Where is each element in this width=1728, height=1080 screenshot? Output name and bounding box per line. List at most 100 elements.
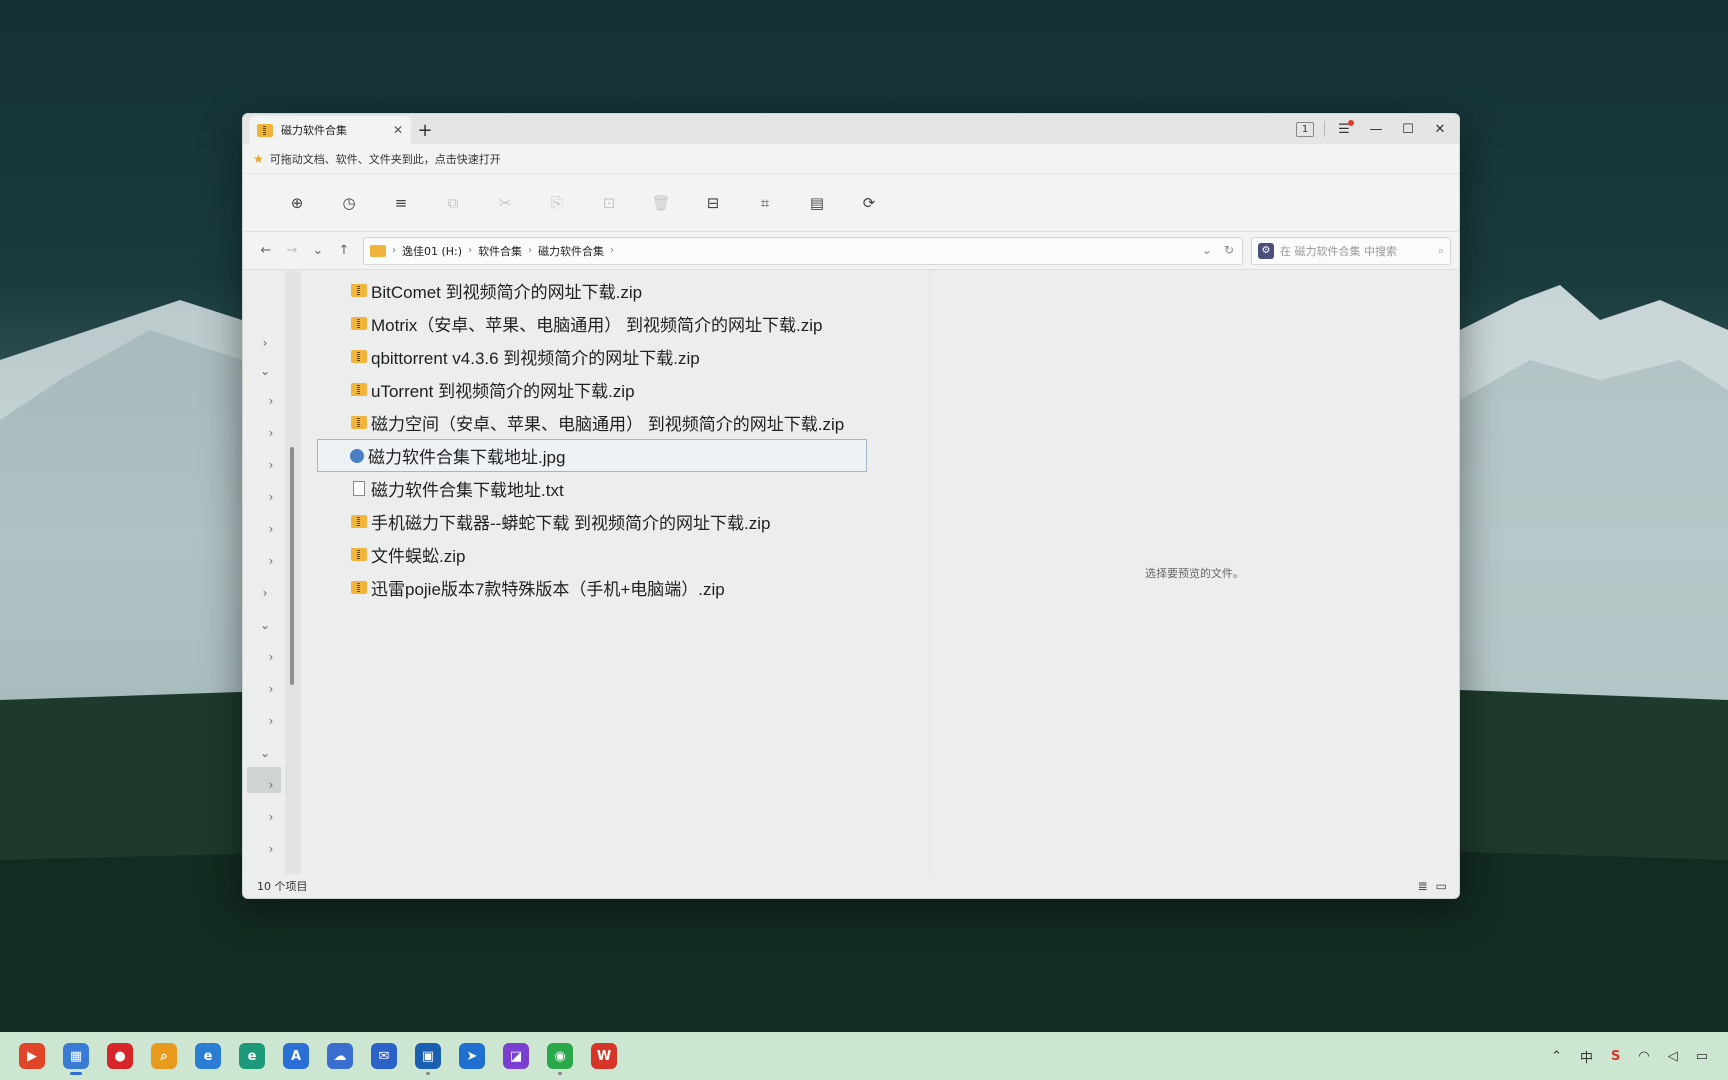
close-tab-icon[interactable]: ✕: [393, 123, 403, 137]
taskbar-app-blue-a[interactable]: A: [274, 1034, 318, 1078]
tree-expand-icon[interactable]: ›: [261, 455, 281, 475]
delete-button[interactable]: 🗑: [635, 187, 687, 219]
taskbar-file-manager[interactable]: ▦: [54, 1034, 98, 1078]
tree-expand-icon[interactable]: ›: [261, 487, 281, 507]
chevron-up-icon[interactable]: ⌃: [1551, 1049, 1562, 1064]
preview-pane-icon[interactable]: ▭: [1436, 879, 1447, 893]
divider: [1324, 121, 1325, 137]
new-item-button[interactable]: ⊕: [271, 187, 323, 219]
tab-count-button[interactable]: 1: [1292, 117, 1318, 141]
tree-expand-icon[interactable]: ›: [261, 775, 281, 795]
tree-expand-icon[interactable]: ›: [261, 647, 281, 667]
view-mode-icon: ≡: [394, 193, 408, 212]
file-row[interactable]: qbittorrent v4.3.6 到视频简介的网址下载.zip: [301, 340, 901, 373]
view-toggles: ≣ ▭: [1418, 879, 1447, 893]
file-manager-icon: ▦: [63, 1043, 89, 1069]
volume-icon[interactable]: ◁: [1668, 1049, 1678, 1064]
refresh-sync-icon: ⟳: [862, 193, 876, 212]
address-actions: ⌄ ↻: [1202, 243, 1234, 257]
tree-collapse-icon[interactable]: ⌄: [255, 361, 275, 381]
view-mode-button[interactable]: ≡: [375, 187, 427, 219]
taskbar-mail-app[interactable]: ✉: [362, 1034, 406, 1078]
wps-app-icon: W: [591, 1043, 617, 1069]
search-input[interactable]: 在 磁力软件合集 中搜索: [1280, 243, 1432, 259]
up-button[interactable]: ↑: [331, 238, 357, 264]
breadcrumb-drive[interactable]: 逸佳01 (H:): [402, 243, 462, 259]
minimize-button[interactable]: —: [1363, 117, 1389, 141]
breadcrumb-current[interactable]: 磁力软件合集: [538, 243, 604, 259]
file-row[interactable]: 文件蜈蚣.zip: [301, 538, 901, 571]
file-row[interactable]: Motrix（安卓、苹果、电脑通用） 到视频简介的网址下载.zip: [301, 307, 901, 340]
gear-icon[interactable]: ⚙: [1258, 242, 1274, 259]
tree-expand-icon[interactable]: ›: [261, 711, 281, 731]
copy-button[interactable]: ⧉: [427, 187, 479, 219]
rename-button[interactable]: ⊡: [583, 187, 635, 219]
tree-expand-icon[interactable]: ›: [255, 583, 275, 603]
file-row[interactable]: 磁力软件合集下载地址.jpg: [317, 439, 867, 472]
tab-current-folder[interactable]: 磁力软件合集 ✕: [249, 116, 411, 144]
wifi-icon[interactable]: ◠: [1638, 1049, 1649, 1064]
taskbar-browser-edge[interactable]: e: [230, 1034, 274, 1078]
tree-expand-icon[interactable]: ›: [261, 551, 281, 571]
forward-button[interactable]: →: [279, 238, 305, 264]
file-row[interactable]: 手机磁力下载器--蟒蛇下载 到视频简介的网址下载.zip: [301, 505, 901, 538]
refresh-sync-button[interactable]: ⟳: [843, 187, 895, 219]
file-name: 磁力软件合集下载地址.jpg: [368, 448, 566, 467]
taskbar-browser-ie[interactable]: e: [186, 1034, 230, 1078]
rename-icon: ⊡: [602, 193, 616, 212]
search-box[interactable]: ⚙ 在 磁力软件合集 中搜索 ⌕: [1251, 236, 1451, 265]
file-row[interactable]: 磁力空间（安卓、苹果、电脑通用） 到视频简介的网址下载.zip: [301, 406, 901, 439]
back-button[interactable]: ←: [253, 238, 279, 264]
taskbar-nav-app[interactable]: ➤: [450, 1034, 494, 1078]
tree-scrollbar[interactable]: [285, 271, 301, 874]
tree-expand-icon[interactable]: ›: [261, 391, 281, 411]
taskbar-design-app[interactable]: ◪: [494, 1034, 538, 1078]
details-view-icon[interactable]: ≣: [1418, 879, 1428, 893]
cut-button[interactable]: ✂: [479, 187, 531, 219]
tray-app-icon[interactable]: S: [1611, 1049, 1620, 1064]
taskbar-screen-app[interactable]: ▣: [406, 1034, 450, 1078]
tree-expand-icon[interactable]: ›: [261, 679, 281, 699]
breadcrumb-folder[interactable]: 软件合集: [478, 243, 522, 259]
tree-expand-icon[interactable]: ›: [261, 519, 281, 539]
favorites-bar[interactable]: ★ 可拖动文档、软件、文件夹到此，点击快速打开: [243, 144, 1459, 174]
tree-expand-icon[interactable]: ›: [261, 807, 281, 827]
taskbar-app-circle-red[interactable]: ●: [98, 1034, 142, 1078]
archive-button[interactable]: ⊟: [687, 187, 739, 219]
zip-archive-icon: [351, 581, 367, 594]
file-row[interactable]: uTorrent 到视频简介的网址下载.zip: [301, 373, 901, 406]
file-row[interactable]: BitComet 到视频简介的网址下载.zip: [301, 274, 901, 307]
taskbar-wps-app[interactable]: W: [582, 1034, 626, 1078]
refresh-icon[interactable]: ↻: [1224, 243, 1234, 257]
file-row[interactable]: 迅雷pojie版本7款特殊版本（手机+电脑端）.zip: [301, 571, 901, 604]
image-file-icon: [350, 448, 364, 463]
preview-placeholder: 选择要预览的文件。: [1145, 566, 1244, 580]
tree-expand-icon[interactable]: ›: [255, 333, 275, 353]
paste-button[interactable]: ⎘: [531, 187, 583, 219]
taskbar-search-tool[interactable]: ⌕: [142, 1034, 186, 1078]
ime-icon[interactable]: 中: [1580, 1047, 1593, 1066]
file-row[interactable]: 磁力软件合集下载地址.txt: [301, 472, 901, 505]
recent-locations-button[interactable]: ⌄: [305, 238, 331, 264]
calculator-button[interactable]: ▤: [791, 187, 843, 219]
taskbar-app-red-flag[interactable]: ▶: [10, 1034, 54, 1078]
crop-button[interactable]: ⌗: [739, 187, 791, 219]
tab-count: 1: [1295, 121, 1315, 137]
main-menu-button[interactable]: ☰: [1331, 117, 1357, 141]
tree-collapse-icon[interactable]: ⌄: [255, 615, 275, 635]
search-tool-icon: ⌕: [151, 1043, 177, 1069]
taskbar-cloud-app[interactable]: ☁: [318, 1034, 362, 1078]
new-tab-button[interactable]: +: [411, 116, 439, 144]
chevron-down-icon[interactable]: ⌄: [1202, 243, 1212, 257]
taskbar-wechat-app[interactable]: ◉: [538, 1034, 582, 1078]
scrollbar-thumb[interactable]: [290, 447, 294, 685]
history-button[interactable]: ◷: [323, 187, 375, 219]
search-icon[interactable]: ⌕: [1438, 244, 1444, 258]
address-bar[interactable]: › 逸佳01 (H:) › 软件合集 › 磁力软件合集 › ⌄ ↻: [363, 236, 1243, 265]
maximize-button[interactable]: ☐: [1395, 117, 1421, 141]
close-window-button[interactable]: ✕: [1427, 117, 1453, 141]
tree-collapse-icon[interactable]: ⌄: [255, 743, 275, 763]
battery-icon[interactable]: ▭: [1696, 1049, 1708, 1064]
tree-expand-icon[interactable]: ›: [261, 423, 281, 443]
tree-expand-icon[interactable]: ›: [261, 839, 281, 859]
